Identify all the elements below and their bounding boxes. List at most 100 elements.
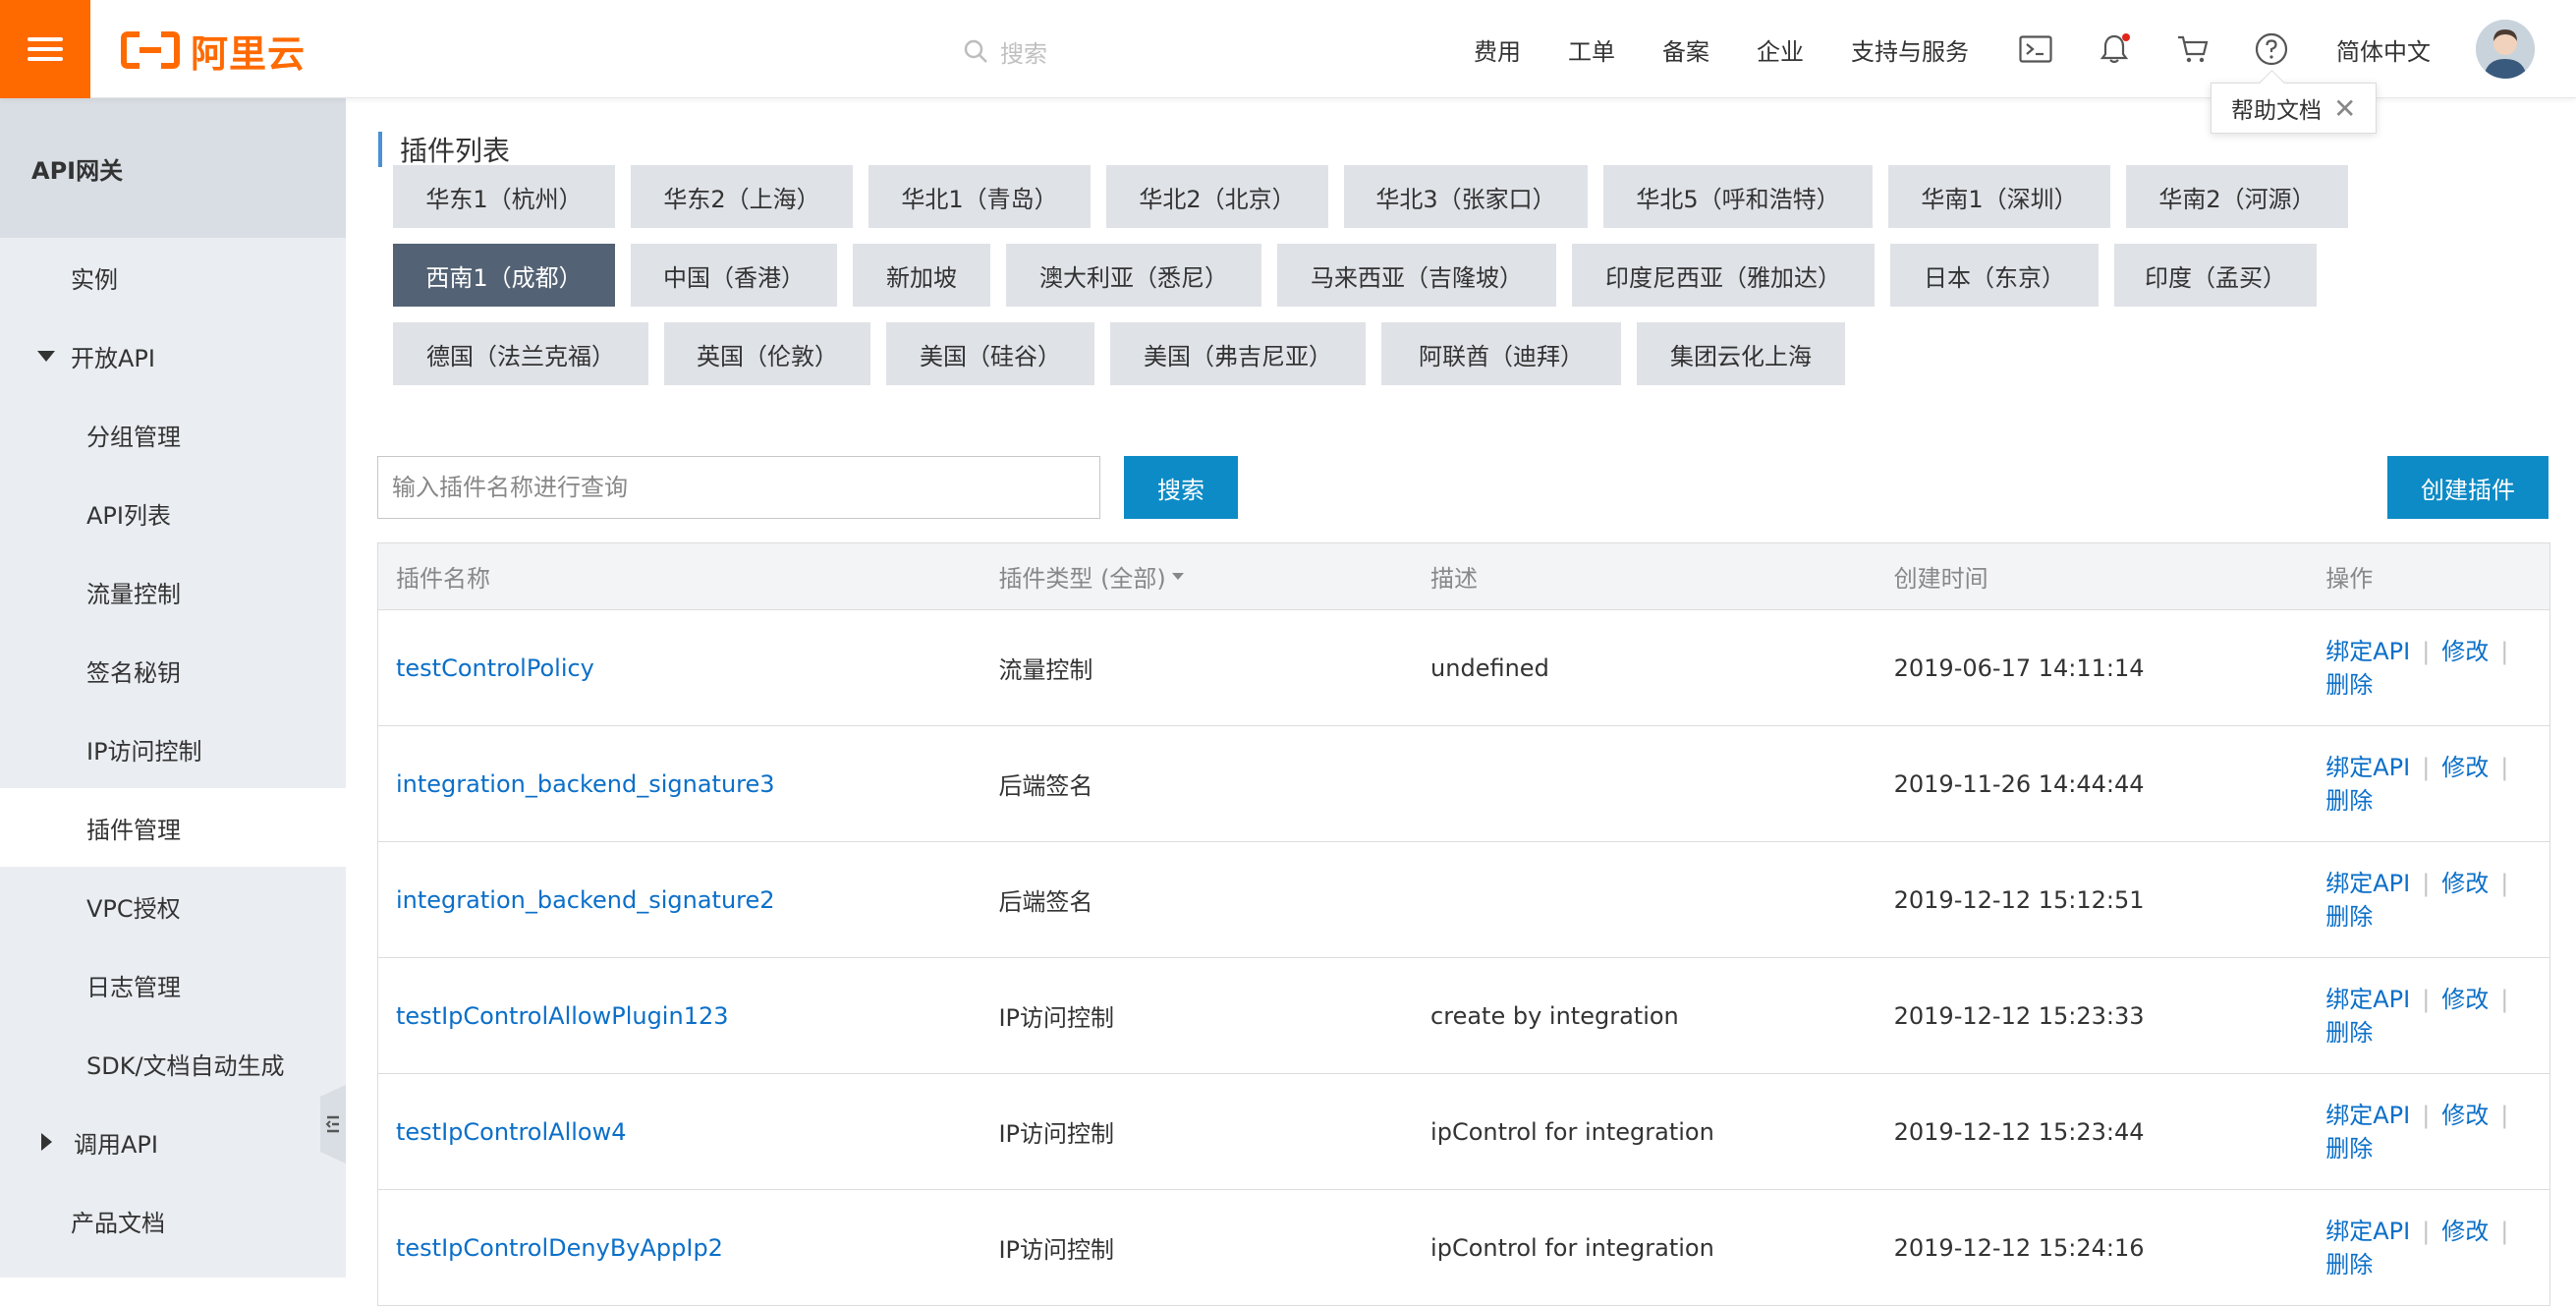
edit-link[interactable]: 修改: [2441, 1215, 2489, 1248]
sidebar-item-product-docs[interactable]: 产品文档: [0, 1181, 346, 1260]
delete-link[interactable]: 删除: [2325, 1132, 2373, 1165]
sidebar-item-sdk-docs[interactable]: SDK/文档自动生成: [0, 1024, 346, 1103]
sidebar-item-label: 分组管理: [86, 423, 181, 451]
table-row: testIpControlDenyByAppIp2 IP访问控制 ipContr…: [378, 1190, 2549, 1306]
bind-api-link[interactable]: 绑定API: [2325, 867, 2410, 900]
region-button[interactable]: 中国（香港）: [631, 244, 837, 307]
cart-button[interactable]: [2173, 29, 2212, 69]
edit-link[interactable]: 修改: [2441, 751, 2489, 784]
sidebar-collapse-handle[interactable]: [320, 1085, 346, 1164]
sidebar-item-plugin-management[interactable]: 插件管理: [0, 788, 346, 867]
region-button-active[interactable]: 西南1（成都）: [393, 244, 615, 307]
delete-link[interactable]: 删除: [2325, 1248, 2373, 1281]
delete-link[interactable]: 删除: [2325, 668, 2373, 702]
aliyun-logo[interactable]: 阿里云: [120, 26, 306, 76]
sidebar-item-vpc-authorization[interactable]: VPC授权: [0, 867, 346, 945]
plugin-name-link[interactable]: testControlPolicy: [396, 654, 594, 682]
user-avatar[interactable]: [2476, 20, 2535, 79]
region-button[interactable]: 日本（东京）: [1890, 244, 2099, 307]
plugin-name-filter-input[interactable]: [377, 456, 1100, 519]
region-button[interactable]: 华北3（张家口）: [1344, 165, 1588, 228]
region-button[interactable]: 华东1（杭州）: [393, 165, 615, 228]
delete-link[interactable]: 删除: [2325, 1016, 2373, 1050]
plugin-type: IP访问控制: [998, 1004, 1114, 1032]
region-button[interactable]: 阿联酋（迪拜）: [1381, 322, 1621, 385]
sidebar-group-open-api[interactable]: 开放API: [0, 316, 346, 395]
nav-fees[interactable]: 费用: [1474, 32, 1521, 67]
edit-link[interactable]: 修改: [2441, 1099, 2489, 1132]
edit-link[interactable]: 修改: [2441, 983, 2489, 1016]
plugin-name-link[interactable]: testIpControlAllow4: [396, 1118, 627, 1146]
table-row: integration_backend_signature2 后端签名 2019…: [378, 842, 2549, 958]
bind-api-link[interactable]: 绑定API: [2325, 635, 2410, 668]
sidebar-item-label: 产品文档: [71, 1209, 165, 1237]
plugin-created-time: 2019-12-12 15:12:51: [1893, 885, 2145, 914]
region-button[interactable]: 华南1（深圳）: [1888, 165, 2110, 228]
bind-api-link[interactable]: 绑定API: [2325, 1215, 2410, 1248]
nav-support[interactable]: 支持与服务: [1851, 32, 1969, 67]
plugin-type: 后端签名: [998, 888, 1093, 916]
sidebar-item-ip-access-control[interactable]: IP访问控制: [0, 710, 346, 788]
tooltip-text[interactable]: 帮助文档: [2231, 91, 2322, 125]
sidebar-group-call-api[interactable]: 调用API: [0, 1103, 346, 1181]
region-button[interactable]: 华东2（上海）: [631, 165, 853, 228]
sidebar-item-api-list[interactable]: API列表: [0, 474, 346, 552]
bind-api-link[interactable]: 绑定API: [2325, 983, 2410, 1016]
question-icon: [2255, 32, 2288, 66]
main-content: 插件列表 华东1（杭州） 华东2（上海） 华北1（青岛） 华北2（北京） 华北3…: [346, 98, 2576, 1306]
menu-button[interactable]: [0, 0, 90, 98]
edit-link[interactable]: 修改: [2441, 867, 2489, 900]
row-actions: 绑定API | 修改 | 删除: [2325, 867, 2549, 934]
region-row: 德国（法兰克福） 英国（伦敦） 美国（硅谷） 美国（弗吉尼亚） 阿联酋（迪拜） …: [393, 322, 2554, 385]
aliyun-logo-icon: [121, 31, 180, 69]
region-button[interactable]: 印度尼西亚（雅加达）: [1572, 244, 1875, 307]
region-button[interactable]: 华北1（青岛）: [868, 165, 1091, 228]
region-button[interactable]: 新加坡: [853, 244, 990, 307]
tooltip-close-icon[interactable]: ✕: [2333, 92, 2356, 125]
nav-icp[interactable]: 备案: [1662, 32, 1709, 67]
help-button[interactable]: [2252, 29, 2291, 69]
sidebar-item-traffic-control[interactable]: 流量控制: [0, 552, 346, 631]
region-button[interactable]: 马来西亚（吉隆坡）: [1277, 244, 1556, 307]
edit-link[interactable]: 修改: [2441, 635, 2489, 668]
region-button[interactable]: 美国（弗吉尼亚）: [1110, 322, 1366, 385]
region-button[interactable]: 华北2（北京）: [1106, 165, 1328, 228]
sidebar-item-group-management[interactable]: 分组管理: [0, 395, 346, 474]
region-button[interactable]: 华南2（河源）: [2126, 165, 2348, 228]
sidebar-item-log-management[interactable]: 日志管理: [0, 945, 346, 1024]
region-button[interactable]: 澳大利亚（悉尼）: [1006, 244, 1261, 307]
region-button[interactable]: 印度（孟买）: [2114, 244, 2317, 307]
region-button[interactable]: 德国（法兰克福）: [393, 322, 648, 385]
bind-api-link[interactable]: 绑定API: [2325, 1099, 2410, 1132]
plugin-name-link[interactable]: testIpControlAllowPlugin123: [396, 1002, 729, 1030]
delete-link[interactable]: 删除: [2325, 784, 2373, 818]
global-search[interactable]: 搜索: [963, 31, 1277, 71]
notifications-button[interactable]: [2095, 29, 2134, 69]
sidebar-item-signature-keys[interactable]: 签名秘钥: [0, 631, 346, 710]
delete-link[interactable]: 删除: [2325, 900, 2373, 934]
plugin-name-link[interactable]: integration_backend_signature3: [396, 770, 775, 798]
search-button[interactable]: 搜索: [1124, 456, 1238, 519]
sidebar-item-label: 日志管理: [86, 973, 181, 1001]
plugin-name-link[interactable]: integration_backend_signature2: [396, 886, 775, 914]
language-selector[interactable]: 简体中文: [2336, 32, 2431, 67]
bind-api-link[interactable]: 绑定API: [2325, 751, 2410, 784]
caret-down-icon: [37, 350, 55, 362]
plugin-created-time: 2019-11-26 14:44:44: [1893, 769, 2145, 798]
region-selector: 华东1（杭州） 华东2（上海） 华北1（青岛） 华北2（北京） 华北3（张家口）…: [393, 165, 2554, 401]
plugin-name-link[interactable]: testIpControlDenyByAppIp2: [396, 1234, 723, 1262]
sidebar-item-label: SDK/文档自动生成: [86, 1051, 285, 1080]
region-button[interactable]: 美国（硅谷）: [886, 322, 1094, 385]
region-button[interactable]: 英国（伦敦）: [664, 322, 870, 385]
sidebar-item-label: 签名秘钥: [86, 658, 181, 687]
sidebar-item-instances[interactable]: 实例: [0, 238, 346, 316]
terminal-icon: [2019, 35, 2052, 63]
column-header-type[interactable]: 插件类型 (全部): [980, 559, 1413, 594]
terminal-button[interactable]: [2016, 29, 2055, 69]
region-button[interactable]: 集团云化上海: [1637, 322, 1845, 385]
table-row: testControlPolicy 流量控制 undefined 2019-06…: [378, 610, 2549, 726]
nav-enterprise[interactable]: 企业: [1757, 32, 1804, 67]
nav-tickets[interactable]: 工单: [1568, 32, 1615, 67]
create-plugin-button[interactable]: 创建插件: [2387, 456, 2548, 519]
region-button[interactable]: 华北5（呼和浩特）: [1603, 165, 1873, 228]
